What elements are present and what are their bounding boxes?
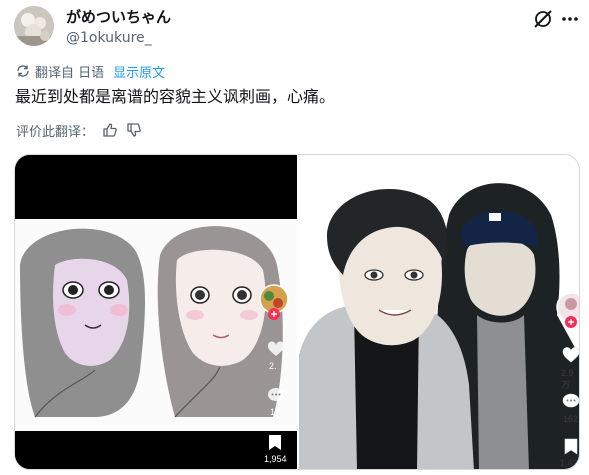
- right-likes-count: 2.9万: [561, 368, 574, 390]
- display-name[interactable]: がめついちゃん: [66, 7, 171, 27]
- thumbs-down-icon[interactable]: [126, 122, 142, 138]
- translation-label: 翻译自 日语: [35, 65, 105, 81]
- user-handle[interactable]: @1okukure_: [66, 28, 171, 48]
- rate-translation-label: 评价此翻译：: [16, 124, 95, 140]
- media-image-left[interactable]: 2. 13 1,954: [15, 155, 297, 469]
- more-icon: [562, 17, 578, 21]
- illustration-left: [15, 155, 297, 469]
- grok-button[interactable]: [532, 8, 554, 30]
- right-comments-count: 162: [563, 414, 579, 424]
- avatar-image: [14, 6, 54, 46]
- left-comments-count: 13: [270, 407, 281, 417]
- tweet-header: がめついちゃん @1okukure_: [14, 6, 579, 52]
- heart-icon[interactable]: [267, 341, 285, 357]
- right-saves-count: 1,420: [560, 458, 579, 468]
- translation-row: 翻译自 日语 显示原文: [16, 62, 165, 81]
- media-image-right[interactable]: 2.9万 162 1,420: [299, 155, 580, 469]
- rate-translation-row: 评价此翻译：: [16, 121, 142, 140]
- left-likes-count: 2.: [269, 361, 277, 371]
- comment-icon[interactable]: [267, 387, 285, 403]
- heart-icon[interactable]: [562, 347, 580, 363]
- thumbs-up-icon[interactable]: [102, 122, 118, 138]
- show-original-link[interactable]: 显示原文: [113, 62, 165, 81]
- avatar[interactable]: [14, 6, 54, 46]
- translate-icon: [17, 65, 29, 77]
- plus-icon[interactable]: [268, 308, 280, 320]
- tweet-text: 最近到处都是离谱的容貌主义讽刺画，心痛。: [15, 87, 336, 106]
- user-names: がめついちゃん @1okukure_: [66, 7, 171, 48]
- bookmark-icon[interactable]: [564, 438, 578, 455]
- plus-icon[interactable]: [565, 316, 577, 328]
- grok-icon: [534, 10, 552, 28]
- bookmark-icon[interactable]: [268, 434, 282, 451]
- left-saves-count: 1,954: [264, 454, 287, 464]
- more-button[interactable]: [559, 8, 581, 30]
- media-grid: 2. 13 1,954 2.9万 162 1,42: [14, 154, 580, 470]
- illustration-right: [299, 155, 579, 469]
- comment-icon[interactable]: [562, 393, 580, 409]
